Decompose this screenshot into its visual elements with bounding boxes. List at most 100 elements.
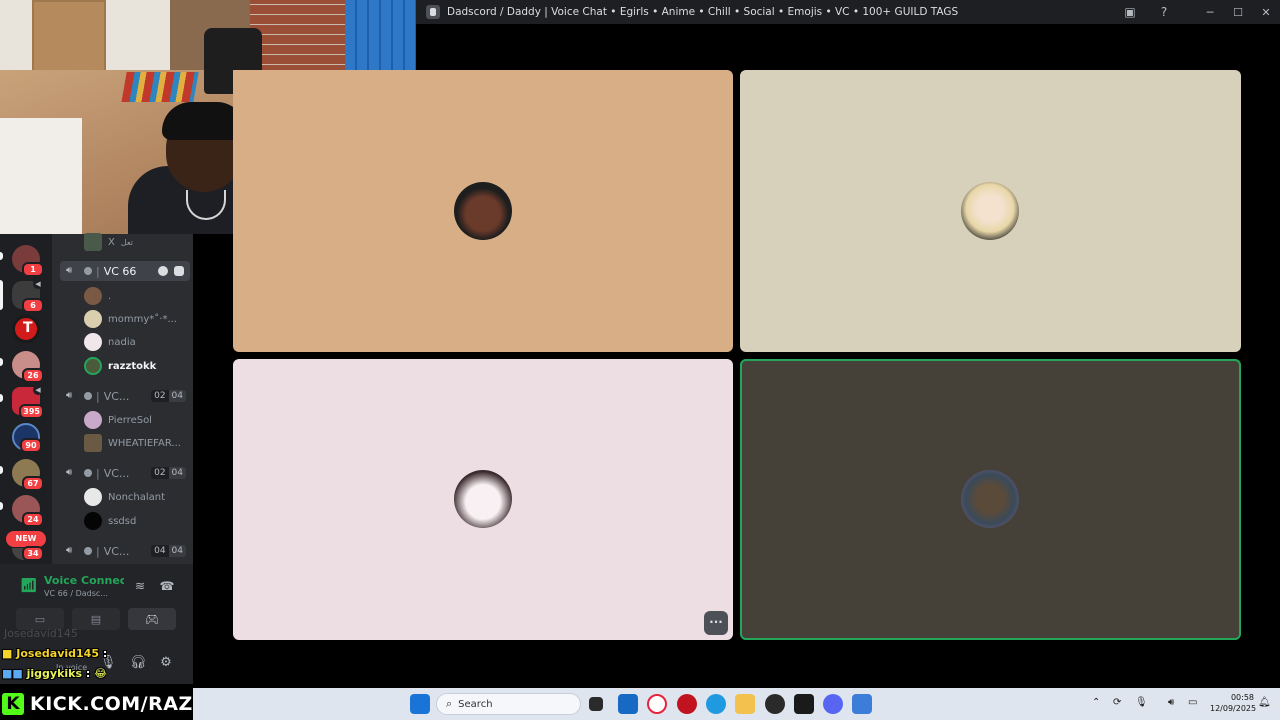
server-icon[interactable]: 1	[12, 245, 44, 277]
member-row[interactable]: PierreSol	[84, 410, 152, 430]
notification-icon[interactable]: 🔔︎	[1258, 697, 1271, 708]
user-limit: 04	[168, 467, 186, 479]
noise-suppression-icon[interactable]: ≋	[130, 576, 150, 596]
voice-channel[interactable]: 🔊︎ | VC... 02 04	[60, 386, 190, 406]
kick-logo: K	[2, 693, 24, 715]
server-unread-pill	[0, 394, 3, 402]
inbox-icon[interactable]: ▣	[1120, 2, 1140, 22]
new-badge[interactable]: NEW	[6, 531, 46, 547]
member-row[interactable]: .	[84, 286, 111, 306]
tray-chevron-icon[interactable]: ⌃	[1092, 697, 1100, 708]
server-unread-pill	[0, 466, 3, 474]
app-icon[interactable]	[765, 694, 785, 714]
sync-icon[interactable]: ⟳	[1113, 697, 1121, 708]
chat-username: jiggykiks	[26, 667, 83, 680]
mention-badge: 90	[20, 438, 42, 453]
clock[interactable]: 00:58 12/09/2025	[1210, 692, 1257, 714]
signal-icon[interactable]: 📶︎	[20, 578, 38, 594]
screen: Dadscord / Daddy | Voice Chat • Egirls •…	[0, 0, 1280, 720]
voice-channel-vc66[interactable]: 🔊︎ | VC 66	[60, 261, 190, 281]
speaker-icon: 🔊︎	[66, 265, 73, 276]
member-row[interactable]: WHEATIEFAR...	[84, 433, 181, 453]
mention-badge: 395	[19, 404, 44, 419]
channel-name: VC...	[103, 466, 130, 480]
participant-avatar	[454, 182, 512, 240]
disconnect-icon[interactable]: ☎	[157, 576, 177, 596]
folder-icon[interactable]	[735, 694, 755, 714]
server-icon[interactable]: ◀ 395	[12, 385, 44, 419]
member-row[interactable]: mommy*˚‧*...	[84, 309, 177, 329]
member-row[interactable]: X تعل	[84, 232, 133, 252]
discord-icon[interactable]	[823, 694, 843, 714]
task-view-icon[interactable]	[589, 697, 603, 711]
avatar	[84, 411, 102, 429]
channel-status-icon	[84, 547, 92, 555]
taskbar-search[interactable]: ⌕ Search	[436, 693, 581, 715]
channel-status-icon	[84, 392, 92, 400]
invite-icon[interactable]	[174, 266, 184, 276]
close-button[interactable]: ✕	[1252, 0, 1280, 24]
help-icon[interactable]: ?	[1154, 2, 1174, 22]
mention-badge: 24	[22, 512, 44, 527]
member-row[interactable]: Nonchalant	[84, 487, 165, 507]
server-icon[interactable]: 90	[12, 423, 42, 453]
server-icon[interactable]: T	[12, 315, 40, 343]
terminal-icon[interactable]	[794, 694, 814, 714]
speaker-icon: ◀	[33, 279, 43, 289]
server-icon[interactable]: 24	[12, 495, 44, 527]
channel-name: VC 66	[103, 264, 137, 278]
voice-channel[interactable]: 🔊︎ | VC... 04 04	[60, 541, 190, 561]
user-count: 02	[151, 467, 169, 479]
more-icon[interactable]: ···	[704, 611, 728, 635]
windows-taskbar: ⌕ Search ⌃ ⟳ 🎙︎ 🔊︎ ▭ 00:58 12/09/2025 🔔︎	[193, 688, 1280, 720]
participant-tile-speaking[interactable]	[740, 359, 1241, 640]
participant-avatar	[961, 470, 1019, 528]
avatar	[84, 310, 102, 328]
window-titlebar: Dadscord / Daddy | Voice Chat • Egirls •…	[416, 0, 1280, 24]
member-row[interactable]: razztokk	[84, 356, 156, 376]
mic-tray-icon[interactable]: 🎙︎	[1135, 697, 1148, 708]
member-row[interactable]: ssdsd	[84, 511, 136, 531]
participant-avatar	[454, 470, 512, 528]
member-name: razztokk	[108, 360, 157, 372]
server-icon[interactable]: 67	[12, 459, 44, 491]
webcam-bed	[0, 118, 82, 234]
chat-icon[interactable]	[158, 266, 168, 276]
discord-app-icon	[426, 5, 440, 19]
participant-tile[interactable]	[233, 70, 733, 352]
gear-icon[interactable]: ⚙	[156, 652, 176, 672]
opera-icon[interactable]	[647, 694, 667, 714]
server-icon-dadscord[interactable]: ◀ 6	[12, 279, 44, 313]
maximize-button[interactable]: ☐	[1224, 0, 1252, 24]
channel-status-icon	[84, 469, 92, 477]
voice-status[interactable]: Voice Connected	[44, 574, 124, 587]
clock-date: 12/09/2025	[1210, 704, 1257, 713]
screenshare-tab[interactable]: ▤	[72, 608, 120, 630]
avatar	[84, 287, 102, 305]
app-icon[interactable]	[852, 694, 872, 714]
battery-icon[interactable]: ▭	[1188, 697, 1197, 708]
participant-tile[interactable]	[740, 70, 1241, 352]
activity-tab[interactable]: 🎮︎	[128, 608, 176, 630]
start-icon[interactable]	[410, 694, 430, 714]
app-icon[interactable]	[677, 694, 697, 714]
channel-name: VC...	[103, 389, 130, 403]
user-count: 02	[151, 390, 169, 402]
server-selected-pill	[0, 280, 3, 310]
volume-icon[interactable]: 🔊︎	[1168, 697, 1174, 708]
voice-channel[interactable]: 🔊︎ | VC... 02 04	[60, 463, 190, 483]
store-icon[interactable]	[618, 694, 638, 714]
chat-emoji: 😂	[94, 667, 108, 680]
headphones-icon[interactable]: 🎧︎	[128, 652, 148, 672]
participant-tile[interactable]	[233, 359, 733, 640]
voice-channel-label[interactable]: VC 66 / Dadsc...	[44, 589, 108, 598]
member-tag: تعل	[120, 237, 134, 247]
server-icon[interactable]: 26	[12, 351, 44, 383]
voice-panel: 📶︎ Voice Connected VC 66 / Dadsc... ≋ ☎ …	[0, 564, 193, 684]
edge-icon[interactable]	[706, 694, 726, 714]
mention-badge: 6	[22, 298, 44, 313]
member-row[interactable]: nadia	[84, 332, 136, 352]
member-name: ssdsd	[108, 515, 137, 527]
minimize-button[interactable]: ─	[1196, 0, 1224, 24]
mention-badge: 67	[22, 476, 44, 491]
